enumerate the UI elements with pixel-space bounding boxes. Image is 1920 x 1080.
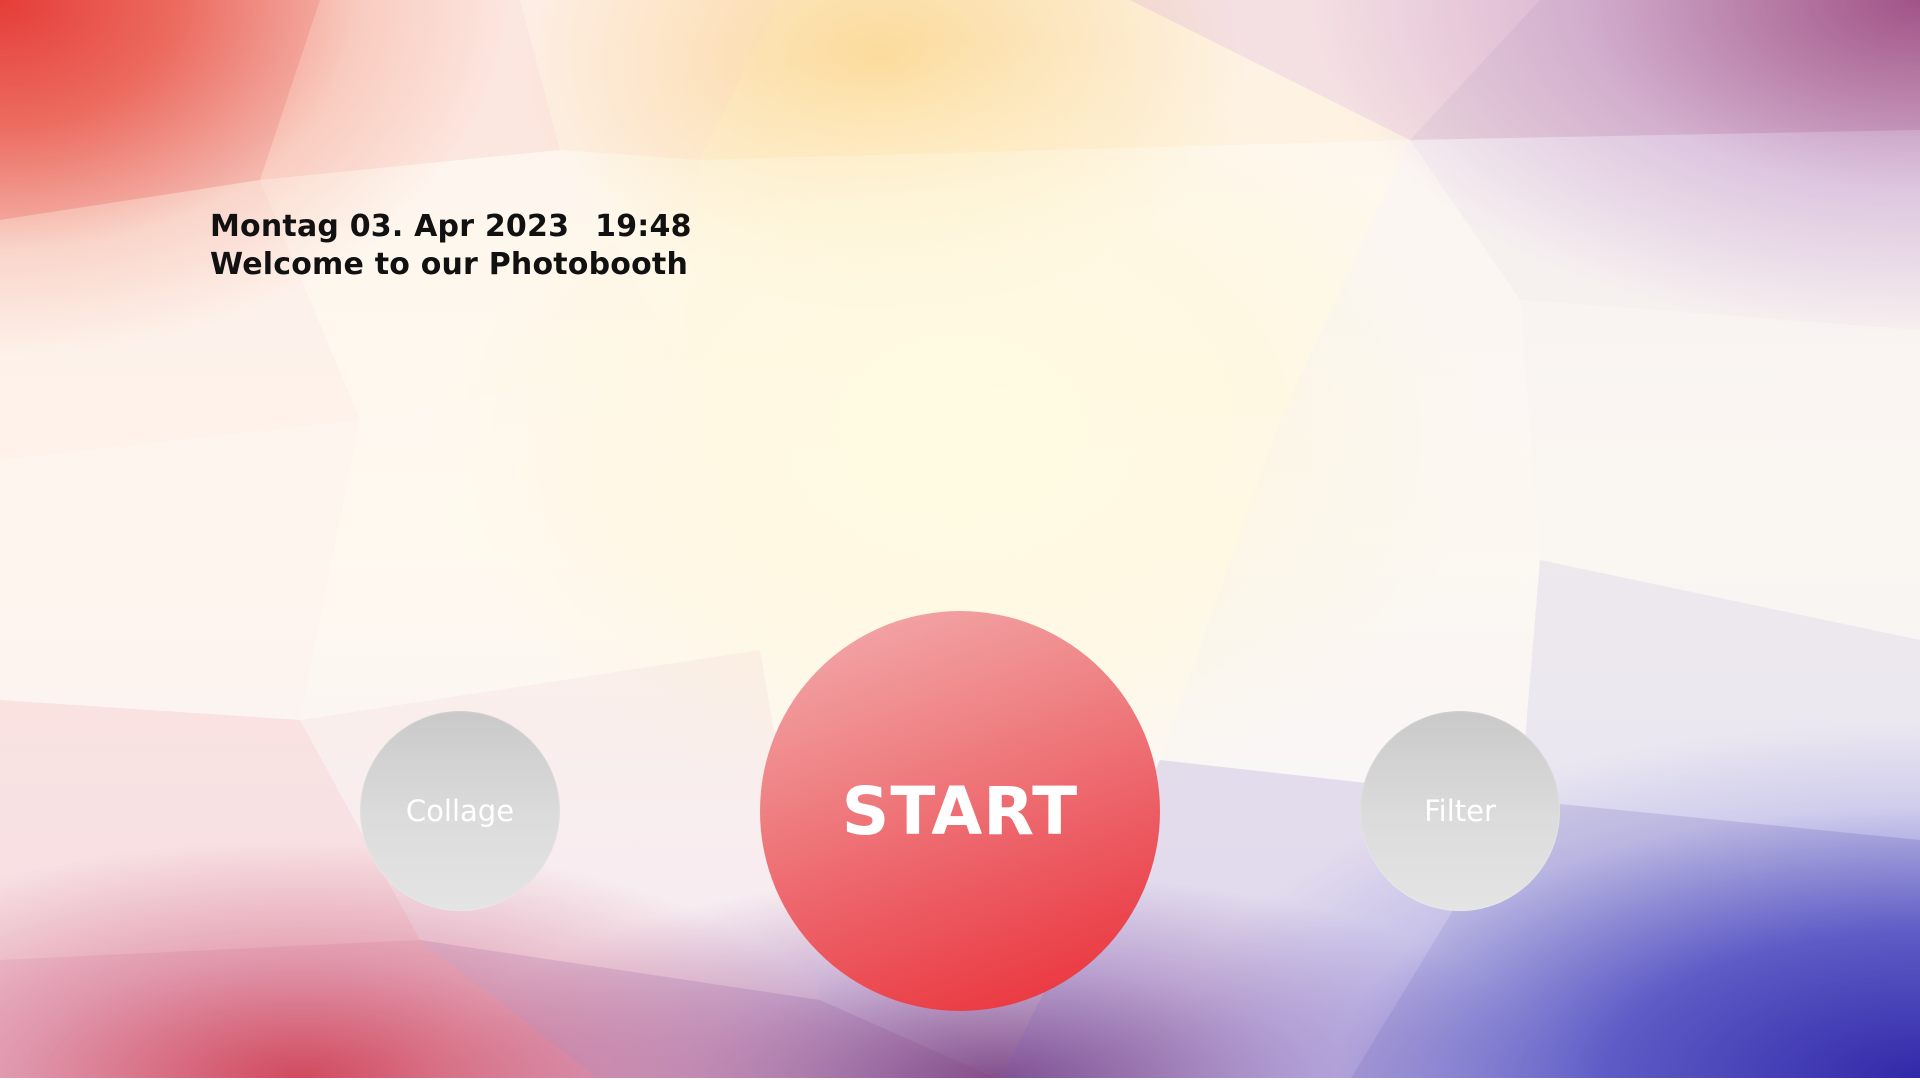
date-text: Montag 03. Apr 2023 [210, 209, 570, 244]
collage-button-label: Collage [405, 794, 515, 828]
header-info: Montag 03. Apr 2023 19:48 Welcome to our … [210, 208, 692, 284]
start-button-label: START [841, 772, 1079, 850]
welcome-text: Welcome to our Photobooth [210, 247, 688, 282]
filter-button[interactable]: Filter [1360, 711, 1560, 911]
start-button[interactable]: START [760, 611, 1160, 1011]
filter-button-label: Filter [1424, 794, 1496, 828]
datetime-row: Montag 03. Apr 2023 19:48 [210, 208, 692, 246]
photobooth-screen: Montag 03. Apr 2023 19:48 Welcome to our … [0, 0, 1920, 1080]
time-text: 19:48 [595, 209, 692, 244]
collage-button[interactable]: Collage [360, 711, 560, 911]
